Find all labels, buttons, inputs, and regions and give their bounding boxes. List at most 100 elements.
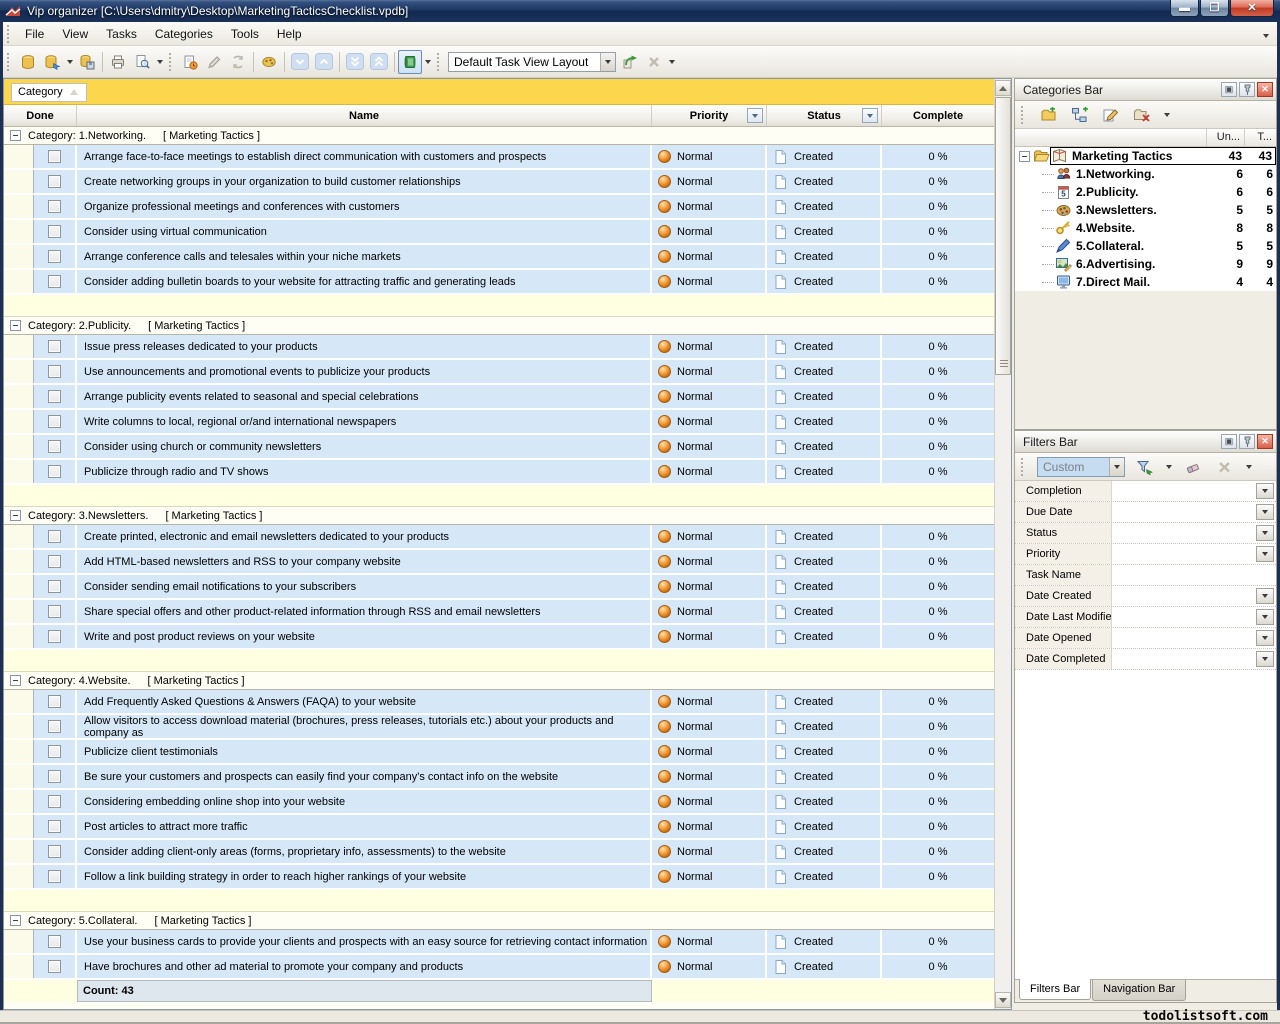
column-header-name[interactable]: Name — [77, 105, 652, 126]
task-checkbox[interactable] — [48, 465, 61, 478]
scrollbar-thumb[interactable] — [995, 97, 1011, 375]
table-row[interactable]: Create printed, electronic and email new… — [4, 525, 994, 550]
table-row[interactable]: Write and post product reviews on your w… — [4, 625, 994, 650]
dropdown-caret[interactable] — [64, 50, 75, 74]
table-row[interactable]: Add HTML-based newsletters and RSS to yo… — [4, 550, 994, 575]
group-row[interactable]: Category: 4.Website.[ Marketing Tactics … — [4, 672, 994, 690]
table-row[interactable]: Share special offers and other product-r… — [4, 600, 994, 625]
task-checkbox[interactable] — [48, 200, 61, 213]
table-row[interactable]: Arrange publicity events related to seas… — [4, 385, 994, 410]
maximize-button[interactable]: ❐ — [1200, 0, 1229, 17]
table-row[interactable]: Create networking groups in your organiz… — [4, 170, 994, 195]
task-checkbox[interactable] — [48, 530, 61, 543]
mark-complete-button[interactable] — [257, 50, 281, 74]
task-checkbox[interactable] — [48, 795, 61, 808]
filter-value[interactable] — [1112, 586, 1276, 606]
filter-dropdown-button[interactable] — [1256, 588, 1274, 604]
task-checkbox[interactable] — [48, 275, 61, 288]
collapse-icon[interactable] — [10, 320, 21, 331]
task-checkbox[interactable] — [48, 175, 61, 188]
task-checkbox[interactable] — [48, 605, 61, 618]
categories-autohide-icon[interactable]: ▣ — [1221, 82, 1237, 97]
table-row[interactable]: Post articles to attract more trafficNor… — [4, 815, 994, 840]
vertical-scrollbar[interactable] — [994, 79, 1011, 1009]
table-row[interactable]: Issue press releases dedicated to your p… — [4, 335, 994, 360]
scrollbar-down-button[interactable] — [995, 992, 1011, 1008]
collapse-icon[interactable] — [10, 130, 21, 141]
task-checkbox[interactable] — [48, 960, 61, 973]
notebook-view-button[interactable] — [398, 50, 422, 74]
menubar-overflow-caret[interactable] — [1263, 27, 1269, 41]
print-button[interactable] — [106, 50, 130, 74]
column-header-uncompleted[interactable]: Un... — [1206, 129, 1244, 146]
tab-navigation-bar[interactable]: Navigation Bar — [1092, 980, 1186, 1001]
tree-collapse-icon[interactable] — [1019, 151, 1030, 162]
tree-row[interactable]: 52.Publicity.66 — [1015, 183, 1276, 201]
table-row[interactable]: Allow visitors to access download materi… — [4, 715, 994, 740]
task-checkbox[interactable] — [48, 935, 61, 948]
table-row[interactable]: Write columns to local, regional or/and … — [4, 410, 994, 435]
table-row[interactable]: Add Frequently Asked Questions & Answers… — [4, 690, 994, 715]
table-row[interactable]: Follow a link building strategy in order… — [4, 865, 994, 890]
menu-help[interactable]: Help — [268, 24, 311, 44]
layout-combo-dropdown[interactable] — [600, 53, 615, 71]
task-checkbox[interactable] — [48, 745, 61, 758]
menu-tasks[interactable]: Tasks — [97, 24, 146, 44]
table-row[interactable]: Be sure your customers and prospects can… — [4, 765, 994, 790]
table-row[interactable]: Organize professional meetings and confe… — [4, 195, 994, 220]
task-checkbox[interactable] — [48, 440, 61, 453]
collapse-icon[interactable] — [10, 915, 21, 926]
clear-filter-button[interactable] — [1181, 455, 1205, 479]
task-checkbox[interactable] — [48, 250, 61, 263]
dropdown-caret[interactable] — [1163, 455, 1174, 479]
status-filter-button[interactable] — [862, 108, 878, 123]
table-row[interactable]: Use announcements and promotional events… — [4, 360, 994, 385]
table-row[interactable]: Publicize client testimonialsNormalCreat… — [4, 740, 994, 765]
task-checkbox[interactable] — [48, 390, 61, 403]
table-row[interactable]: Arrange face-to-face meetings to establi… — [4, 145, 994, 170]
filter-dropdown-button[interactable] — [1256, 546, 1274, 562]
task-checkbox[interactable] — [48, 695, 61, 708]
categories-close-icon[interactable]: ✕ — [1257, 82, 1273, 97]
group-row[interactable]: Category: 3.Newsletters.[ Marketing Tact… — [4, 507, 994, 525]
priority-filter-button[interactable] — [747, 108, 763, 123]
tree-row[interactable]: 3.Newsletters.55 — [1015, 201, 1276, 219]
task-checkbox[interactable] — [48, 845, 61, 858]
filter-dropdown-button[interactable] — [1256, 630, 1274, 646]
filter-value[interactable] — [1112, 649, 1276, 669]
menu-file[interactable]: File — [16, 24, 53, 44]
apply-layout-button[interactable] — [618, 50, 642, 74]
dropdown-caret[interactable] — [1161, 103, 1172, 127]
move-down-button[interactable] — [288, 50, 312, 74]
add-subcategory-button[interactable] — [1068, 103, 1092, 127]
filter-dropdown-button[interactable] — [1256, 504, 1274, 520]
delete-task-button[interactable] — [226, 50, 250, 74]
collapse-icon[interactable] — [10, 675, 21, 686]
edit-category-button[interactable] — [1099, 103, 1123, 127]
task-checkbox[interactable] — [48, 340, 61, 353]
open-database-button[interactable] — [40, 50, 64, 74]
filter-preset-dropdown[interactable] — [1109, 458, 1124, 476]
column-header-done[interactable]: Done — [4, 105, 77, 126]
new-task-button[interactable] — [178, 50, 202, 74]
task-checkbox[interactable] — [48, 365, 61, 378]
apply-filter-button[interactable] — [1132, 455, 1156, 479]
scrollbar-up-button[interactable] — [995, 80, 1011, 96]
menu-view[interactable]: View — [53, 24, 97, 44]
task-checkbox[interactable] — [48, 720, 61, 733]
task-checkbox[interactable] — [48, 820, 61, 833]
delete-layout-button[interactable] — [642, 50, 666, 74]
tree-row[interactable]: 5.Collateral.55 — [1015, 237, 1276, 255]
column-header-priority[interactable]: Priority — [652, 105, 767, 126]
filter-preset-combo[interactable]: Custom — [1037, 457, 1125, 477]
dropdown-caret[interactable] — [666, 50, 677, 74]
filters-pin-icon[interactable] — [1239, 434, 1255, 449]
layout-combo[interactable]: Default Task View Layout — [448, 52, 616, 72]
filter-value[interactable] — [1112, 481, 1276, 501]
task-checkbox[interactable] — [48, 580, 61, 593]
dropdown-caret[interactable] — [422, 50, 433, 74]
table-row[interactable]: Publicize through radio and TV showsNorm… — [4, 460, 994, 485]
table-row[interactable]: Consider using church or community newsl… — [4, 435, 994, 460]
filters-close-icon[interactable]: ✕ — [1257, 434, 1273, 449]
filter-value[interactable] — [1112, 565, 1276, 585]
